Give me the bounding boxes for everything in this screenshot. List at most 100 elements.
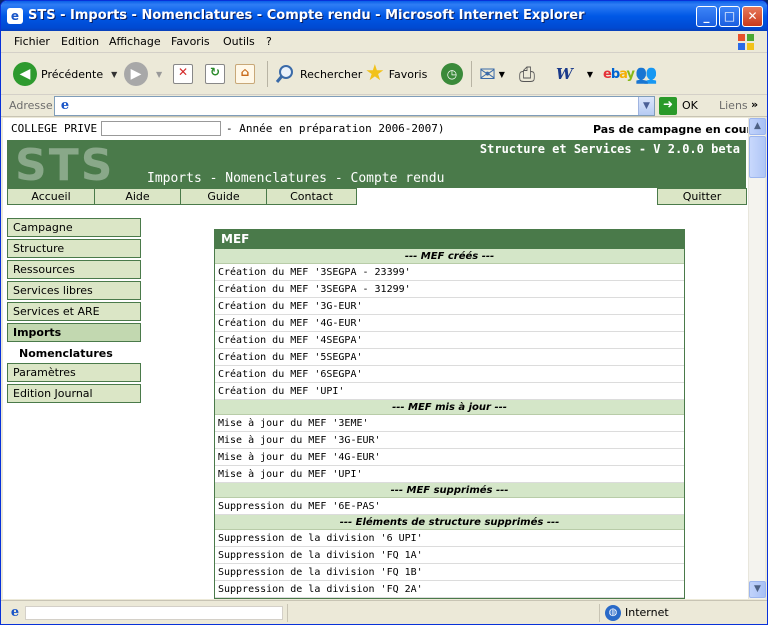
- scroll-thumb[interactable]: [749, 136, 766, 178]
- page-ie-icon: e: [60, 98, 70, 113]
- nav-aide[interactable]: Aide: [94, 188, 181, 205]
- history-icon: ◷: [441, 63, 463, 85]
- go-button[interactable]: OK: [682, 99, 698, 112]
- close-button[interactable]: ✕: [742, 6, 763, 27]
- nav-guide[interactable]: Guide: [180, 188, 267, 205]
- sidebar-item-structure[interactable]: Structure: [7, 239, 141, 258]
- toolbar-separator: [267, 61, 268, 87]
- stop-button[interactable]: ✕: [173, 61, 193, 87]
- mail-dropdown-icon[interactable]: ▼: [499, 70, 505, 79]
- back-button[interactable]: ◀ Précédente ▼: [13, 61, 117, 87]
- word-dropdown-icon[interactable]: ▼: [587, 70, 593, 79]
- mef-report-table: MEF --- MEF créés --- Création du MEF '3…: [214, 229, 685, 599]
- status-bar: e ◍ Internet: [1, 600, 767, 624]
- window-title: STS - Imports - Nomenclatures - Compte r…: [28, 8, 585, 23]
- back-label: Précédente: [41, 67, 104, 81]
- stop-icon: ✕: [173, 64, 193, 84]
- mail-button[interactable]: ✉ ▼: [479, 61, 505, 87]
- year-text: - Année en préparation 2006-2007): [226, 122, 445, 135]
- menu-help[interactable]: ?: [266, 35, 272, 48]
- vertical-scrollbar[interactable]: ▲ ▼: [748, 118, 766, 599]
- ebay-icon: ebay: [603, 66, 635, 82]
- address-field[interactable]: e ▼: [54, 96, 655, 116]
- app-version: Structure et Services - V 2.0.0 beta: [479, 142, 740, 156]
- progress-area: [25, 606, 283, 620]
- menu-affichage[interactable]: Affichage: [109, 35, 161, 48]
- refresh-button[interactable]: ↻: [205, 61, 225, 87]
- sidebar-subitem-nomenclatures[interactable]: Nomenclatures: [19, 347, 113, 360]
- sidebar-item-ressources[interactable]: Ressources: [7, 260, 141, 279]
- search-label: Rechercher: [300, 67, 363, 81]
- menu-bar: Fichier Edition Affichage Favoris Outils…: [1, 31, 767, 53]
- links-chevron-icon[interactable]: »: [751, 98, 758, 111]
- forward-arrow-icon: ▶: [124, 62, 148, 86]
- school-name: COLLEGE PRIVE: [11, 122, 98, 135]
- nav-contact[interactable]: Contact: [266, 188, 357, 205]
- sidebar-item-parametres[interactable]: Paramètres: [7, 363, 141, 382]
- table-row: Création du MEF '4G-EUR': [215, 315, 684, 332]
- sidebar-item-edition-journal[interactable]: Edition Journal: [7, 384, 141, 403]
- word-icon: W: [556, 65, 573, 83]
- messenger-icon: 👥: [635, 63, 658, 85]
- table-row: Suppression du MEF '6E-PAS': [215, 498, 684, 515]
- refresh-icon: ↻: [205, 64, 225, 84]
- section-elements-supprimes: --- Eléments de structure supprimés ---: [215, 515, 684, 530]
- school-line: COLLEGE PRIVE - Année en préparation 200…: [11, 121, 445, 136]
- section-mef-crees: --- MEF créés ---: [215, 249, 684, 264]
- address-dropdown-icon[interactable]: ▼: [638, 97, 654, 115]
- table-row: Création du MEF 'UPI': [215, 383, 684, 400]
- mef-header: MEF: [215, 230, 684, 249]
- ebay-button[interactable]: ebay: [603, 61, 635, 87]
- maximize-button[interactable]: □: [719, 6, 740, 27]
- sidebar-item-imports[interactable]: Imports: [7, 323, 141, 342]
- home-icon: ⌂: [235, 64, 255, 84]
- table-row: Création du MEF '3G-EUR': [215, 298, 684, 315]
- go-arrow-icon[interactable]: ➜: [659, 97, 677, 115]
- back-dropdown-icon[interactable]: ▼: [111, 70, 117, 79]
- nav-accueil[interactable]: Accueil: [7, 188, 95, 205]
- favorites-star-icon: ★: [365, 61, 385, 86]
- search-button[interactable]: Rechercher: [274, 61, 362, 87]
- minimize-button[interactable]: _: [696, 6, 717, 27]
- title-bar: e STS - Imports - Nomenclatures - Compte…: [1, 1, 767, 31]
- menu-fichier[interactable]: Fichier: [14, 35, 50, 48]
- menu-favoris[interactable]: Favoris: [171, 35, 210, 48]
- toolbar: ◀ Précédente ▼ ▶ ▼ ✕ ↻ ⌂ Rechercher ★ Fa…: [1, 53, 767, 95]
- toolbar-separator-2: [471, 61, 472, 87]
- word-button[interactable]: W ▼: [556, 61, 593, 87]
- favorites-button[interactable]: ★ Favoris: [365, 61, 427, 87]
- forward-dropdown-icon[interactable]: ▼: [156, 70, 162, 79]
- favorites-label: Favoris: [388, 67, 428, 81]
- status-divider: [599, 604, 600, 622]
- back-arrow-icon: ◀: [13, 62, 37, 86]
- page-content: COLLEGE PRIVE - Année en préparation 200…: [3, 118, 748, 599]
- messenger-button[interactable]: 👥: [635, 61, 657, 87]
- menu-edition[interactable]: Edition: [61, 35, 99, 48]
- search-icon: [275, 65, 293, 83]
- browser-window: e STS - Imports - Nomenclatures - Compte…: [0, 0, 768, 625]
- section-mef-supprimes: --- MEF supprimés ---: [215, 483, 684, 498]
- windows-logo-icon: [738, 34, 754, 50]
- sidebar-item-campagne[interactable]: Campagne: [7, 218, 141, 237]
- mail-icon: ✉: [479, 62, 496, 86]
- print-button[interactable]: ⎙: [519, 61, 535, 87]
- security-zone: Internet: [625, 606, 669, 619]
- nav-quitter[interactable]: Quitter: [657, 188, 747, 205]
- home-button[interactable]: ⌂: [235, 61, 255, 87]
- school-field[interactable]: [101, 121, 221, 136]
- ie-app-icon: e: [7, 8, 23, 24]
- section-mef-mis-a-jour: --- MEF mis à jour ---: [215, 400, 684, 415]
- table-row: Suppression de la division 'FQ 1A': [215, 547, 684, 564]
- scroll-up-icon[interactable]: ▲: [749, 118, 766, 135]
- forward-button[interactable]: ▶ ▼: [124, 61, 162, 87]
- menu-outils[interactable]: Outils: [223, 35, 255, 48]
- status-divider: [287, 604, 288, 622]
- campaign-status: Pas de campagne en cours: [593, 123, 748, 136]
- history-button[interactable]: ◷: [441, 61, 463, 87]
- sidebar-item-services-libres[interactable]: Services libres: [7, 281, 141, 300]
- table-row: Mise à jour du MEF '3EME': [215, 415, 684, 432]
- scroll-down-icon[interactable]: ▼: [749, 581, 766, 598]
- table-row: Mise à jour du MEF '4G-EUR': [215, 449, 684, 466]
- links-label[interactable]: Liens: [719, 99, 748, 112]
- sidebar-item-services-are[interactable]: Services et ARE: [7, 302, 141, 321]
